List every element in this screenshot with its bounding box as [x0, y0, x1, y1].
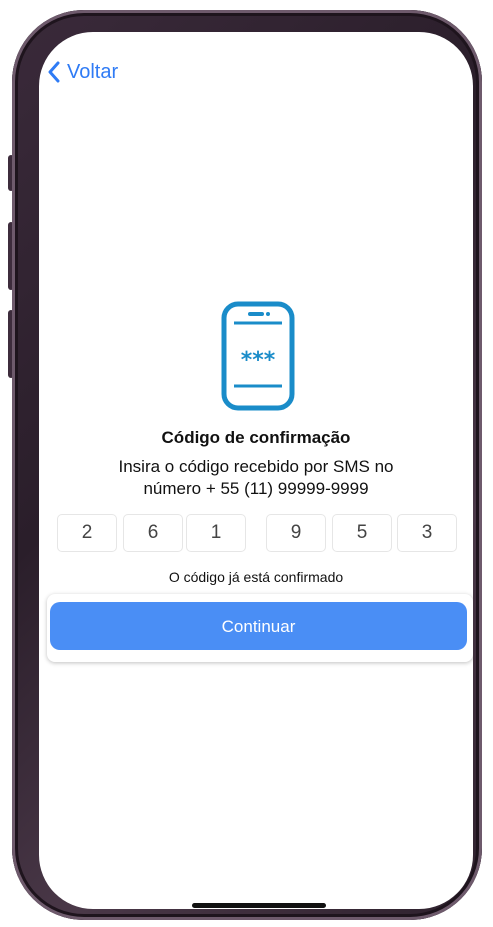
page-title: Código de confirmação [161, 428, 351, 447]
device-stage: Voltar *** Código de confirmação Insira … [0, 0, 493, 927]
code-digit-4[interactable]: 9 [266, 514, 326, 552]
code-digit-6[interactable]: 3 [397, 514, 457, 552]
code-digit-2[interactable]: 6 [123, 514, 183, 552]
instructions-line-2: número + 55 (11) 99999-9999 [143, 479, 369, 498]
chevron-left-icon [47, 61, 61, 83]
instructions-line-1: Insira o código recebido por SMS no [118, 457, 394, 476]
code-digit-5[interactable]: 5 [332, 514, 392, 552]
back-button-label: Voltar [67, 61, 119, 83]
phone-password-icon: *** [220, 300, 296, 412]
code-digit-3[interactable]: 1 [186, 514, 246, 552]
home-indicator[interactable] [192, 903, 326, 908]
continue-button[interactable]: Continuar [50, 602, 467, 650]
instructions-text: Insira o código recebido por SMS no núme… [39, 456, 473, 500]
app-screen: Voltar *** Código de confirmação Insira … [39, 32, 473, 909]
code-input-row: 2 6 1 9 5 3 [57, 514, 457, 552]
code-digit-1[interactable]: 2 [57, 514, 117, 552]
status-message: O código já está confirmado [168, 569, 344, 585]
masked-code-text: *** [241, 348, 276, 373]
back-button[interactable]: Voltar [47, 60, 118, 84]
